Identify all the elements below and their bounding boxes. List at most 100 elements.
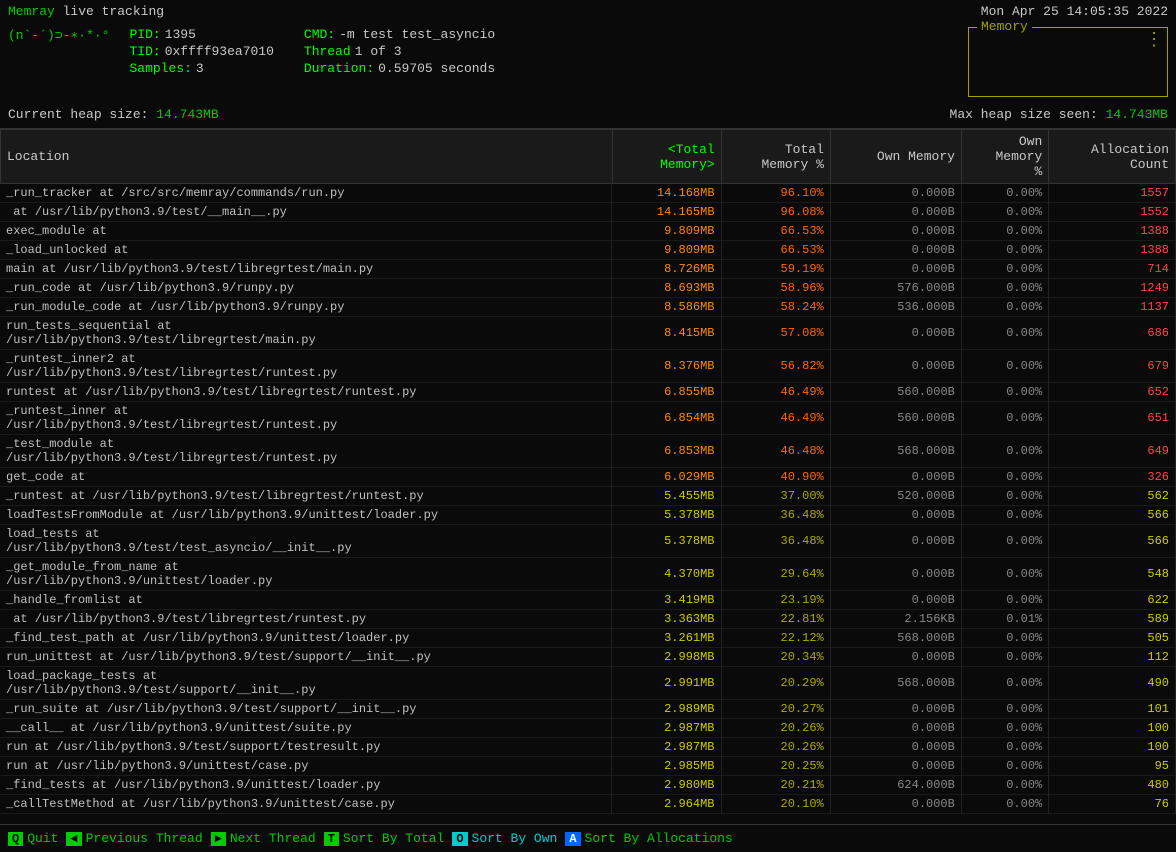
cell-own-mem: 576.000B <box>830 279 961 298</box>
prev-key-group[interactable]: ◄ Previous Thread <box>66 831 202 846</box>
header-alloc-count[interactable]: AllocationCount <box>1049 130 1176 184</box>
cell-total-mem: 2.987MB <box>612 719 721 738</box>
header-mode: live tracking <box>63 4 164 19</box>
table-row: _get_module_from_name at /usr/lib/python… <box>0 558 1176 591</box>
cell-own-pct: 0.00% <box>961 487 1048 506</box>
cell-own-pct: 0.00% <box>961 700 1048 719</box>
cell-total-mem: 8.693MB <box>612 279 721 298</box>
thread-key-group[interactable]: T Sort By Total <box>324 831 445 846</box>
next-key-badge: ► <box>211 832 226 846</box>
quit-label: Quit <box>27 831 58 846</box>
cell-alloc-count: 652 <box>1049 383 1176 402</box>
table-row: runtest at /usr/lib/python3.9/test/libre… <box>0 383 1176 402</box>
cell-own-mem: 0.000B <box>830 260 961 279</box>
table-row: _runtest_inner at /usr/lib/python3.9/tes… <box>0 402 1176 435</box>
cell-total-pct: 20.10% <box>721 795 830 814</box>
scroll-area[interactable]: _run_tracker at /src/src/memray/commands… <box>0 184 1176 824</box>
cell-total-mem: 6.854MB <box>612 402 721 435</box>
header-own-mem[interactable]: Own Memory <box>830 130 961 184</box>
cell-total-pct: 58.24% <box>721 298 830 317</box>
cell-location: at /usr/lib/python3.9/test/__main__.py <box>0 203 612 222</box>
header-total-mem[interactable]: <TotalMemory> <box>612 130 721 184</box>
cell-own-pct: 0.00% <box>961 435 1048 468</box>
header-datetime: Mon Apr 25 14:05:35 2022 <box>981 4 1168 19</box>
pid-value: 1395 <box>165 27 196 42</box>
alloc-key-group[interactable]: A Sort By Allocations <box>565 831 732 846</box>
cell-own-mem: 0.000B <box>830 738 961 757</box>
cell-own-mem: 0.000B <box>830 700 961 719</box>
cell-total-pct: 20.27% <box>721 700 830 719</box>
cell-own-pct: 0.00% <box>961 350 1048 383</box>
cell-total-mem: 5.455MB <box>612 487 721 506</box>
table-row: exec_module at 9.809MB 66.53% 0.000B 0.0… <box>0 222 1176 241</box>
cell-location: _test_module at /usr/lib/python3.9/test/… <box>0 435 612 468</box>
quit-key-group[interactable]: Q Quit <box>8 831 58 846</box>
cell-alloc-count: 548 <box>1049 558 1176 591</box>
cell-location: _run_module_code at /usr/lib/python3.9/r… <box>0 298 612 317</box>
cmd-info: CMD: -m test test_asyncio Thread 1 of 3 … <box>304 27 495 97</box>
table-row: _run_module_code at /usr/lib/python3.9/r… <box>0 298 1176 317</box>
cell-alloc-count: 686 <box>1049 317 1176 350</box>
cell-total-pct: 66.53% <box>721 222 830 241</box>
cell-own-pct: 0.00% <box>961 648 1048 667</box>
table-row: load_package_tests at /usr/lib/python3.9… <box>0 667 1176 700</box>
cell-alloc-count: 326 <box>1049 468 1176 487</box>
cell-location: run at /usr/lib/python3.9/unittest/case.… <box>0 757 612 776</box>
cell-total-mem: 5.378MB <box>612 525 721 558</box>
thread-value: 1 of 3 <box>355 44 402 59</box>
cell-total-pct: 20.34% <box>721 648 830 667</box>
cell-total-pct: 58.96% <box>721 279 830 298</box>
cell-alloc-count: 651 <box>1049 402 1176 435</box>
cell-alloc-count: 649 <box>1049 435 1176 468</box>
cell-total-pct: 22.81% <box>721 610 830 629</box>
table-row: loadTestsFromModule at /usr/lib/python3.… <box>0 506 1176 525</box>
cell-own-pct: 0.00% <box>961 402 1048 435</box>
cell-total-mem: 2.987MB <box>612 738 721 757</box>
cell-own-pct: 0.00% <box>961 279 1048 298</box>
cell-own-mem: 0.000B <box>830 506 961 525</box>
cmd-value: -m test test_asyncio <box>339 27 495 42</box>
cell-location: _runtest_inner at /usr/lib/python3.9/tes… <box>0 402 612 435</box>
cell-own-mem: 536.000B <box>830 298 961 317</box>
cell-total-pct: 40.90% <box>721 468 830 487</box>
cell-total-pct: 20.26% <box>721 719 830 738</box>
table-body: _run_tracker at /src/src/memray/commands… <box>0 184 1176 814</box>
samples-value: 3 <box>196 61 204 76</box>
own-key-group[interactable]: O Sort By Own <box>452 831 557 846</box>
cell-alloc-count: 480 <box>1049 776 1176 795</box>
table-row: _runtest at /usr/lib/python3.9/test/libr… <box>0 487 1176 506</box>
next-key-group[interactable]: ► Next Thread <box>211 831 316 846</box>
cell-location: _run_suite at /usr/lib/python3.9/test/su… <box>0 700 612 719</box>
current-heap-label: Current heap size: <box>8 107 148 122</box>
cell-location: _run_code at /usr/lib/python3.9/runpy.py <box>0 279 612 298</box>
header-own-pct[interactable]: Own Memory% <box>961 130 1048 184</box>
tid-value: 0xffff93ea7010 <box>165 44 274 59</box>
header-total-pct[interactable]: TotalMemory % <box>721 130 830 184</box>
cell-own-mem: 0.000B <box>830 719 961 738</box>
alloc-key-badge: A <box>565 832 580 846</box>
max-heap-value: 14.743MB <box>1106 107 1168 122</box>
cell-alloc-count: 589 <box>1049 610 1176 629</box>
cell-own-pct: 0.00% <box>961 795 1048 814</box>
duration-label: Duration: <box>304 61 374 76</box>
cell-total-mem: 2.964MB <box>612 795 721 814</box>
cell-own-pct: 0.00% <box>961 558 1048 591</box>
cell-total-pct: 46.49% <box>721 383 830 402</box>
memory-box: Memory ⋮ <box>968 27 1168 97</box>
alloc-label: Sort By Allocations <box>585 831 733 846</box>
table-row: _load_unlocked at 9.809MB 66.53% 0.000B … <box>0 241 1176 260</box>
cell-location: main at /usr/lib/python3.9/test/libregrt… <box>0 260 612 279</box>
pid-label: PID: <box>129 27 160 42</box>
samples-label: Samples: <box>129 61 191 76</box>
current-heap-value: 14.743MB <box>156 107 218 122</box>
table-row: run at /usr/lib/python3.9/test/support/t… <box>0 738 1176 757</box>
cell-own-mem: 2.156KB <box>830 610 961 629</box>
cell-total-mem: 9.809MB <box>612 241 721 260</box>
cell-own-mem: 624.000B <box>830 776 961 795</box>
thread-label: Thread <box>304 44 351 59</box>
cell-own-mem: 0.000B <box>830 222 961 241</box>
cell-location: _runtest at /usr/lib/python3.9/test/libr… <box>0 487 612 506</box>
cell-own-pct: 0.00% <box>961 383 1048 402</box>
cell-alloc-count: 505 <box>1049 629 1176 648</box>
cell-total-pct: 57.08% <box>721 317 830 350</box>
